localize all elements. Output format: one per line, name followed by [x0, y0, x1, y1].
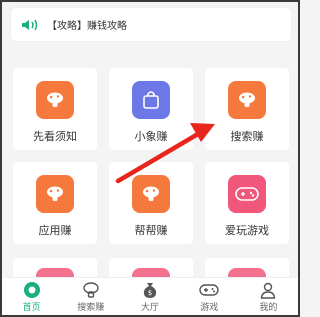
grid-item-games[interactable]: 爱玩游戏	[205, 162, 289, 244]
grid-item-label: 先看须知	[33, 130, 77, 143]
mushroom-icon	[36, 81, 74, 119]
grid-item-search-earn[interactable]: 搜索赚	[205, 68, 289, 150]
grid-item-guide[interactable]: 先看须知	[13, 68, 97, 150]
money-bag-icon: $	[140, 281, 160, 299]
grid-item-app-earn[interactable]: 应用赚	[13, 162, 97, 244]
tab-label: 大厅	[141, 302, 160, 313]
svg-text:$: $	[148, 289, 152, 297]
grid-item-label: 爱玩游戏	[225, 224, 269, 237]
grid-item-label: 小象赚	[134, 130, 168, 143]
speaker-icon	[21, 17, 43, 33]
gamepad-icon	[228, 175, 266, 213]
tab-label: 首页	[22, 302, 41, 313]
home-icon	[22, 281, 42, 299]
grid-item-help-earn[interactable]: 帮帮赚	[109, 162, 193, 244]
tab-label: 游戏	[200, 302, 219, 313]
grid-item-label: 应用赚	[38, 224, 72, 237]
gamepad-icon	[199, 281, 219, 299]
notice-bar[interactable]: 【攻略】赚钱攻略	[11, 8, 291, 41]
mushroom-icon	[36, 175, 74, 213]
grid-item-label: 帮帮赚	[134, 224, 168, 237]
tab-label: 搜索赚	[77, 302, 105, 313]
mushroom-icon	[228, 81, 266, 119]
tab-profile[interactable]: 我的	[239, 278, 298, 315]
shopping-bag-icon	[132, 81, 170, 119]
tab-hall[interactable]: $ 大厅	[120, 278, 179, 315]
grid-item-label: 搜索赚	[230, 130, 264, 143]
tab-search-earn[interactable]: 搜索赚	[61, 278, 120, 315]
user-icon	[258, 281, 278, 299]
grid-item-xiaoxiang[interactable]: 小象赚	[109, 68, 193, 150]
tab-home[interactable]: 首页	[2, 278, 61, 315]
mushroom-icon	[132, 175, 170, 213]
tab-games[interactable]: 游戏	[180, 278, 239, 315]
notice-text: 【攻略】赚钱攻略	[47, 21, 127, 32]
tab-bar: 首页 搜索赚 $ 大厅 游戏 我的	[2, 277, 298, 315]
mushroom-icon	[81, 281, 101, 299]
tab-label: 我的	[259, 302, 278, 313]
